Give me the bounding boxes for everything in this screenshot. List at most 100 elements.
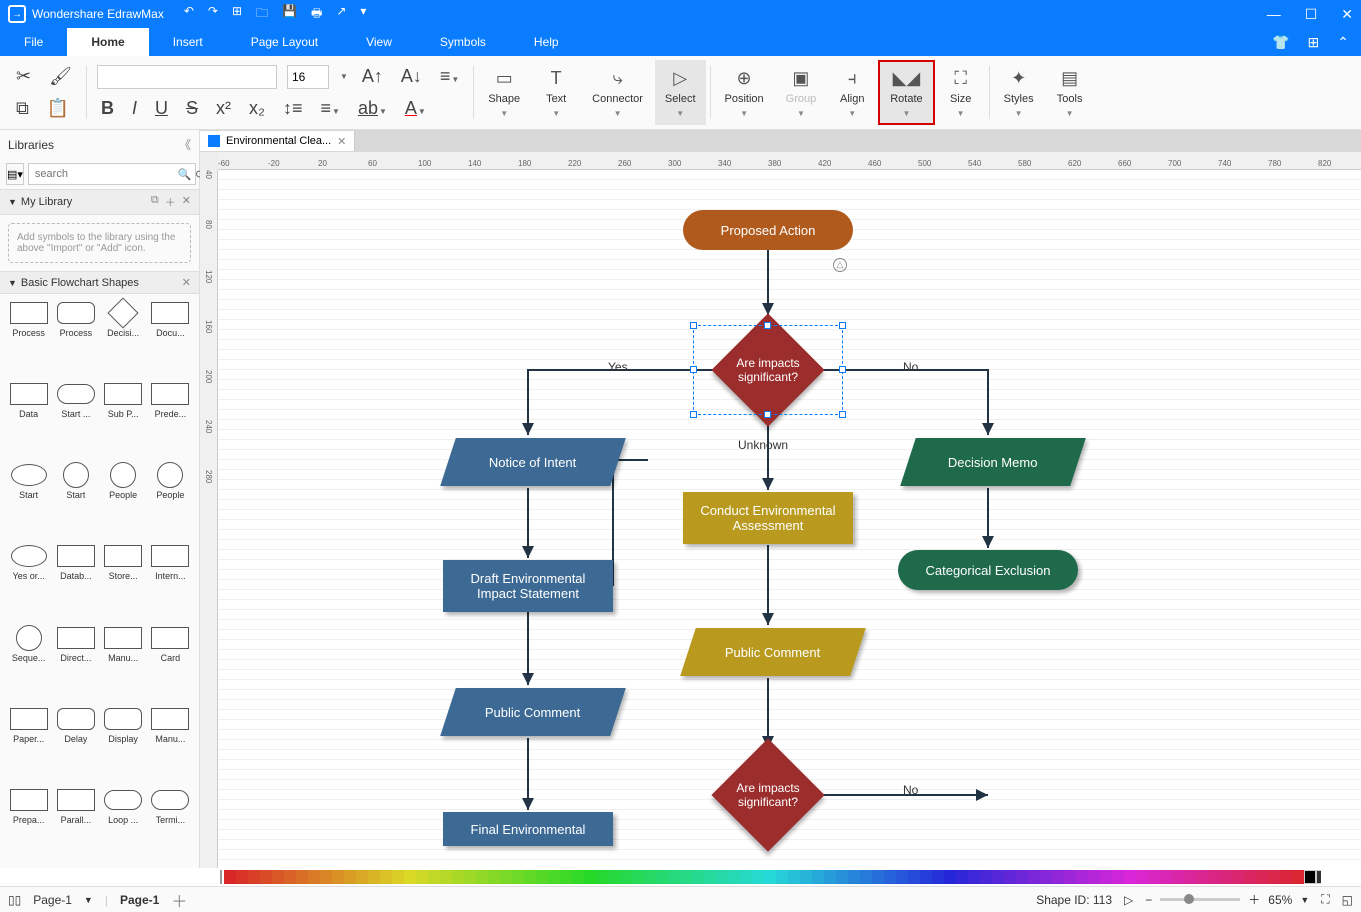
menu-page-layout[interactable]: Page Layout: [227, 28, 342, 56]
shape-item[interactable]: Start ...: [53, 381, 98, 456]
underline-icon[interactable]: U: [151, 96, 172, 121]
open-icon[interactable]: 🗀: [256, 4, 268, 25]
close-button[interactable]: ✕: [1341, 6, 1353, 23]
italic-icon[interactable]: I: [128, 96, 141, 121]
close-tab-icon[interactable]: ✕: [337, 135, 346, 148]
shape-item[interactable]: Start: [6, 462, 51, 537]
remove-cat-icon[interactable]: ✕: [182, 276, 191, 289]
page-select[interactable]: Page-1: [33, 893, 72, 907]
shape-item[interactable]: Sub P...: [101, 381, 146, 456]
decrease-font-icon[interactable]: A↓: [397, 64, 426, 89]
color-swatch[interactable]: [932, 870, 944, 884]
zoom-slider[interactable]: [1160, 898, 1240, 901]
color-swatch[interactable]: [716, 870, 728, 884]
bold-icon[interactable]: B: [97, 96, 118, 121]
color-swatch[interactable]: [1088, 870, 1100, 884]
color-swatch[interactable]: [1292, 870, 1304, 884]
text-button[interactable]: TText▼: [532, 60, 580, 125]
undo-icon[interactable]: ↶: [184, 4, 194, 25]
color-swatch[interactable]: [1256, 870, 1268, 884]
color-swatch[interactable]: [452, 870, 464, 884]
color-swatch[interactable]: [572, 870, 584, 884]
color-swatch[interactable]: [704, 870, 716, 884]
no-fill-swatch[interactable]: [220, 870, 222, 884]
bullets-icon[interactable]: ≡▼: [317, 96, 344, 121]
color-swatch[interactable]: [368, 870, 380, 884]
node-public-comment-2[interactable]: Public Comment: [680, 628, 866, 676]
node-impacts-significant[interactable]: Are impacts significant?: [713, 315, 823, 425]
fit-page-icon[interactable]: ⛶: [1321, 892, 1329, 907]
color-swatch[interactable]: [1316, 870, 1321, 884]
fullscreen-icon[interactable]: ◱: [1342, 893, 1353, 907]
group-button[interactable]: ▣Group▼: [776, 60, 827, 125]
save-icon[interactable]: 💾: [282, 4, 297, 25]
strike-icon[interactable]: S: [182, 96, 202, 121]
shape-item[interactable]: Process: [53, 300, 98, 375]
color-swatch[interactable]: [740, 870, 752, 884]
color-swatch[interactable]: [968, 870, 980, 884]
shape-item[interactable]: Start: [53, 462, 98, 537]
color-swatch[interactable]: [308, 870, 320, 884]
node-notice-intent[interactable]: Notice of Intent: [440, 438, 626, 486]
canvas[interactable]: Proposed Action △ Are impacts significan…: [218, 170, 1361, 868]
connector-button[interactable]: ⤷Connector▼: [582, 60, 653, 125]
color-swatch[interactable]: [476, 870, 488, 884]
redo-icon[interactable]: ↷: [208, 4, 218, 25]
font-color-icon[interactable]: A▼: [401, 96, 430, 121]
shape-item[interactable]: Parall...: [53, 787, 98, 862]
color-swatch[interactable]: [272, 870, 284, 884]
color-swatch[interactable]: [1004, 870, 1016, 884]
color-swatch[interactable]: [380, 870, 392, 884]
minimize-button[interactable]: —: [1267, 6, 1281, 23]
tools-button[interactable]: ▤Tools▼: [1046, 60, 1094, 125]
color-swatch[interactable]: [440, 870, 452, 884]
shape-item[interactable]: People: [101, 462, 146, 537]
color-swatch[interactable]: [1100, 870, 1112, 884]
color-swatch[interactable]: [860, 870, 872, 884]
color-swatch[interactable]: [1244, 870, 1256, 884]
shape-item[interactable]: Docu...: [148, 300, 193, 375]
color-swatch[interactable]: [500, 870, 512, 884]
flowchart-shapes-header[interactable]: ▼Basic Flowchart Shapes ✕: [0, 271, 199, 294]
maximize-button[interactable]: ☐: [1305, 6, 1318, 23]
collapse-ribbon-icon[interactable]: ⌃: [1337, 34, 1349, 51]
color-swatch[interactable]: [464, 870, 476, 884]
shape-item[interactable]: Data: [6, 381, 51, 456]
menu-insert[interactable]: Insert: [149, 28, 227, 56]
color-swatch[interactable]: [1208, 870, 1220, 884]
color-swatch[interactable]: [668, 870, 680, 884]
color-swatch[interactable]: [548, 870, 560, 884]
align-button[interactable]: ⫞Align▼: [828, 60, 876, 125]
color-swatch[interactable]: [284, 870, 296, 884]
my-library-header[interactable]: ▼My Library ⧉＋✕: [0, 189, 199, 215]
color-swatch[interactable]: [788, 870, 800, 884]
color-swatch[interactable]: [260, 870, 272, 884]
shape-item[interactable]: Datab...: [53, 543, 98, 618]
color-swatch[interactable]: [992, 870, 1004, 884]
color-swatch[interactable]: [1076, 870, 1088, 884]
shape-item[interactable]: Manu...: [101, 625, 146, 700]
search-icon[interactable]: 🔍: [178, 168, 192, 181]
color-swatch[interactable]: [1124, 870, 1136, 884]
color-swatch[interactable]: [236, 870, 248, 884]
color-swatch[interactable]: [1028, 870, 1040, 884]
shape-item[interactable]: Prede...: [148, 381, 193, 456]
color-swatch[interactable]: [980, 870, 992, 884]
print-icon[interactable]: 🖶: [311, 4, 322, 25]
color-swatch[interactable]: [248, 870, 260, 884]
node-proposed-action[interactable]: Proposed Action: [683, 210, 853, 250]
color-swatch[interactable]: [524, 870, 536, 884]
rotate-button[interactable]: ◣◢Rotate▼: [878, 60, 934, 125]
shape-item[interactable]: Card: [148, 625, 193, 700]
color-swatch[interactable]: [1112, 870, 1124, 884]
color-swatch[interactable]: [416, 870, 428, 884]
add-icon[interactable]: ＋: [165, 194, 176, 210]
page-tab[interactable]: Page-1: [120, 893, 159, 907]
doc-tab[interactable]: Environmental Clea... ✕: [200, 131, 355, 151]
node-final-env[interactable]: Final Environmental: [443, 812, 613, 846]
color-swatch[interactable]: [752, 870, 764, 884]
color-swatch[interactable]: [692, 870, 704, 884]
text-abc-icon[interactable]: ab▼: [354, 96, 391, 121]
node-impacts-significant-2[interactable]: Are impacts significant?: [713, 740, 823, 850]
shape-item[interactable]: Display: [101, 706, 146, 781]
